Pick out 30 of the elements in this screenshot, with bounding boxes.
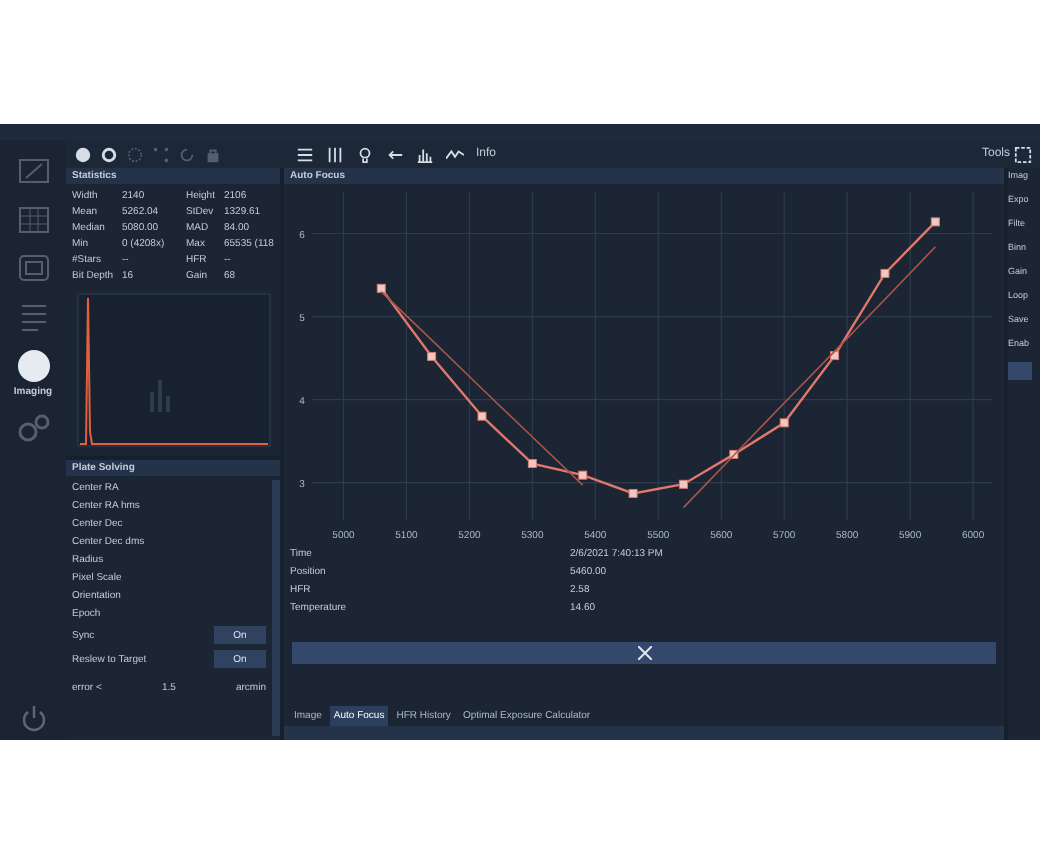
data-point: [527, 459, 537, 469]
data-point: [376, 283, 386, 293]
burst-icon[interactable]: [126, 145, 144, 163]
gears-icon: [13, 410, 53, 446]
data-point: [880, 268, 890, 278]
data-point: [679, 479, 688, 489]
data-point: [930, 217, 940, 227]
refresh-icon[interactable]: [178, 145, 196, 163]
data-point: [779, 418, 789, 428]
lock-icon[interactable]: [204, 145, 222, 163]
wave-icon: [446, 145, 464, 163]
bulb-icon[interactable]: [356, 145, 374, 163]
data-point: [578, 470, 588, 480]
close-icon: [637, 646, 651, 660]
data-point: [477, 411, 487, 421]
grid-icon[interactable]: [1014, 145, 1032, 163]
nav-item[interactable]: [13, 410, 53, 446]
data-point: [628, 488, 638, 498]
arrow-icon[interactable]: [386, 145, 404, 163]
data-point: [729, 449, 739, 459]
disc-icon[interactable]: [74, 145, 92, 163]
dots-icon[interactable]: [152, 145, 170, 163]
ring-icon[interactable]: [100, 145, 118, 163]
lines-icon[interactable]: [296, 145, 314, 163]
data-point: [427, 351, 437, 361]
power-icon[interactable]: [19, 704, 47, 732]
columns-icon[interactable]: [326, 145, 344, 163]
data-point: [830, 351, 840, 361]
circle-icon: [13, 348, 53, 384]
bars-icon[interactable]: [416, 145, 434, 163]
